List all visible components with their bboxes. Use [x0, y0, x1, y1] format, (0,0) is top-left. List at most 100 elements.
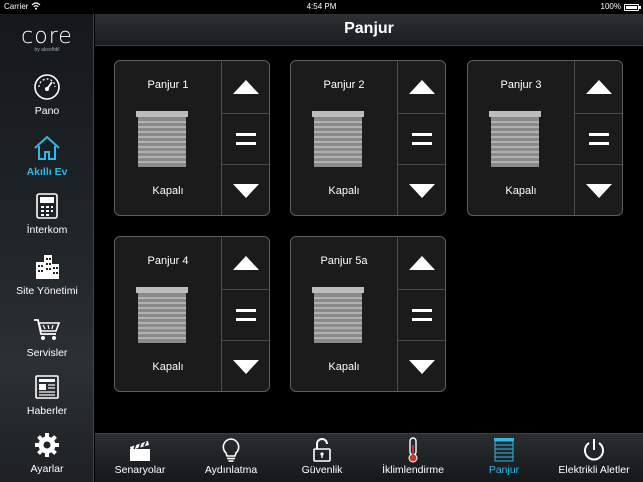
arrow-down-icon — [233, 359, 259, 374]
cart-icon — [34, 319, 61, 340]
sidebar-item-akilli-ev[interactable]: Akıllı Ev — [0, 133, 94, 178]
shutter-up-button[interactable] — [398, 237, 445, 288]
intercom-icon — [36, 193, 58, 219]
shutter-down-button[interactable] — [398, 165, 445, 215]
unlock-icon — [313, 438, 331, 462]
stop-icon — [236, 309, 256, 321]
tab-label: Panjur — [488, 464, 520, 476]
shutter-stop-button[interactable] — [575, 113, 622, 165]
sidebar-item-label: Akıllı Ev — [26, 166, 68, 178]
sidebar-item-pano[interactable]: Pano — [0, 72, 94, 117]
shutter-icon — [136, 287, 188, 343]
arrow-down-icon — [409, 183, 435, 198]
shutter-down-button[interactable] — [222, 165, 269, 215]
arrow-up-icon — [409, 79, 435, 94]
shutter-stop-button[interactable] — [398, 113, 445, 165]
clapperboard-icon — [130, 441, 150, 461]
shutter-down-button[interactable] — [222, 341, 269, 391]
status-bar: Carrier 4:54 PM 100% — [0, 0, 643, 14]
tab-label: Aydınlatma — [204, 464, 258, 476]
sidebar-item-label: Site Yönetimi — [16, 285, 78, 297]
shutter-status: Kapalı — [328, 361, 360, 373]
shutter-status: Kapalı — [328, 185, 360, 197]
arrow-up-icon — [233, 79, 259, 94]
sidebar: core by aksoftdil Pano Akıllı Ev İnterko… — [0, 14, 94, 482]
newspaper-icon — [35, 375, 59, 399]
tab-senaryolar[interactable]: Senaryolar — [107, 434, 173, 482]
stop-icon — [412, 133, 432, 145]
arrow-down-icon — [233, 183, 259, 198]
bottom-tab-bar: Senaryolar Aydınlatma Güvenlik İklimlend… — [95, 433, 643, 482]
clock: 4:54 PM — [306, 2, 337, 11]
shutter-icon — [489, 111, 541, 167]
tab-label: Güvenlik — [301, 464, 343, 476]
shutter-down-button[interactable] — [575, 165, 622, 215]
arrow-up-icon — [586, 79, 612, 94]
sidebar-item-label: Haberler — [26, 405, 68, 417]
buildings-icon — [36, 255, 59, 279]
battery-icon — [624, 4, 641, 11]
stop-icon — [236, 133, 256, 145]
sidebar-item-interkom[interactable]: İnterkom — [0, 191, 94, 236]
arrow-down-icon — [409, 359, 435, 374]
shutter-name: Panjur 4 — [147, 255, 189, 267]
home-icon — [34, 136, 60, 160]
shutter-name: Panjur 1 — [147, 79, 189, 91]
battery-percent: 100% — [600, 2, 621, 11]
shutter-icon — [312, 111, 364, 167]
sidebar-item-site-yonetimi[interactable]: Site Yönetimi — [0, 252, 94, 297]
tab-elektrikli-aletler[interactable]: Elektrikli Aletler — [553, 434, 635, 482]
shutter-card: Panjur 3 Kapalı — [467, 60, 623, 216]
tab-label: İklimlendirme — [382, 464, 444, 476]
shutter-status: Kapalı — [505, 185, 537, 197]
shutter-icon — [312, 287, 364, 343]
shutter-name: Panjur 5a — [320, 255, 368, 267]
stop-icon — [412, 309, 432, 321]
tab-label: Senaryolar — [114, 464, 166, 476]
shutter-stop-button[interactable] — [222, 113, 269, 165]
tab-iklimlendirme[interactable]: İklimlendirme — [375, 434, 451, 482]
shutter-card: Panjur 2 Kapalı — [290, 60, 446, 216]
shutter-name: Panjur 3 — [500, 79, 542, 91]
sidebar-item-label: Pano — [34, 105, 60, 117]
logo-subtitle: by aksoftdil — [34, 47, 60, 53]
tab-aydinlatma[interactable]: Aydınlatma — [198, 434, 264, 482]
gear-icon — [35, 433, 59, 457]
shutter-up-button[interactable] — [222, 61, 269, 112]
sidebar-item-label: Ayarlar — [30, 463, 64, 475]
shutter-stop-button[interactable] — [398, 289, 445, 341]
sidebar-item-label: İnterkom — [26, 224, 68, 236]
shutter-status: Kapalı — [152, 185, 184, 197]
shutter-status: Kapalı — [152, 361, 184, 373]
sidebar-item-ayarlar[interactable]: Ayarlar — [0, 430, 94, 475]
shutter-up-button[interactable] — [575, 61, 622, 112]
stop-icon — [589, 133, 609, 145]
thermometer-icon — [408, 437, 418, 463]
shutter-up-button[interactable] — [222, 237, 269, 288]
shutter-down-button[interactable] — [398, 341, 445, 391]
shutter-grid: Panjur 1 Kapalı Panjur 2 Kapalı Panjur 3… — [95, 47, 643, 433]
shutter-card: Panjur 1 Kapalı — [114, 60, 270, 216]
tab-label: Elektrikli Aletler — [558, 464, 630, 476]
logo-text: core — [21, 24, 73, 49]
shutter-name: Panjur 2 — [323, 79, 365, 91]
logo: core by aksoftdil — [0, 24, 94, 53]
tab-panjur[interactable]: Panjur — [471, 434, 537, 482]
shutter-stop-button[interactable] — [222, 289, 269, 341]
sidebar-item-servisler[interactable]: Servisler — [0, 314, 94, 359]
shutter-icon — [494, 438, 514, 462]
arrow-up-icon — [409, 255, 435, 270]
arrow-down-icon — [586, 183, 612, 198]
arrow-up-icon — [233, 255, 259, 270]
gauge-icon — [34, 74, 60, 100]
lightbulb-icon — [222, 438, 240, 462]
tab-guvenlik[interactable]: Güvenlik — [289, 434, 355, 482]
shutter-card: Panjur 4 Kapalı — [114, 236, 270, 392]
shutter-up-button[interactable] — [398, 61, 445, 112]
sidebar-item-haberler[interactable]: Haberler — [0, 372, 94, 417]
shutter-icon — [136, 111, 188, 167]
shutter-card: Panjur 5a Kapalı — [290, 236, 446, 392]
sidebar-item-label: Servisler — [26, 347, 68, 359]
header-bar: Panjur — [95, 14, 643, 46]
page-title: Panjur — [344, 20, 394, 37]
